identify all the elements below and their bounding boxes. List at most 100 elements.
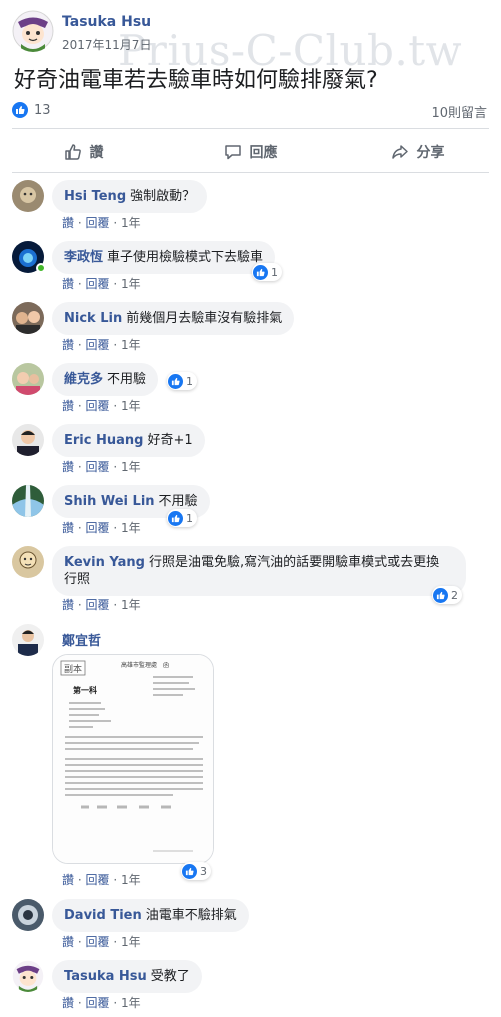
commenter-avatar[interactable] [12,180,44,212]
comment-age[interactable]: 1年 [121,935,141,949]
commenter-avatar[interactable] [12,485,44,517]
comment-bubble: 維克多 不用驗 [52,363,159,396]
document-title: 第一科 [73,685,97,695]
comment-meta: 讚 · 回覆 · 1年 [62,873,141,887]
comment-age[interactable]: 1年 [121,277,141,291]
commenter-name[interactable]: Kevin Yang [64,555,145,570]
commenter-name[interactable]: David Tien [64,908,142,923]
author-avatar[interactable] [12,10,54,52]
comment-age[interactable]: 1年 [121,521,141,535]
comment-reply-link[interactable]: 回覆 [86,598,110,612]
comment-reactions[interactable]: 2 [432,586,462,604]
like-button[interactable]: 讚 [0,134,167,170]
comment-meta: 讚 · 回覆 · 1年 [62,338,141,352]
comment-count[interactable]: 10則留言 [431,102,487,121]
comment-age[interactable]: 1年 [121,598,141,612]
comment-reply-link[interactable]: 回覆 [86,521,110,535]
comment-reply-link[interactable]: 回覆 [86,338,110,352]
comment-meta: 讚 · 回覆 · 1年 [62,521,141,535]
reaction-summary[interactable]: 13 [12,100,51,120]
post-timestamp[interactable]: 2017年11月7日 [62,36,151,53]
comment-meta: 讚 · 回覆 · 1年 [62,996,141,1010]
comment-bubble: 李政恆 車子使用檢驗模式下去驗車 [52,241,276,274]
comment-age[interactable]: 1年 [121,460,141,474]
divider [12,172,489,173]
comment-reactions[interactable]: 3 [181,862,211,880]
comment-like-link[interactable]: 讚 [62,338,74,352]
reaction-count: 13 [34,102,51,118]
divider [12,128,489,129]
like-reaction-icon [253,264,268,280]
document-header: 高雄市監理處 函 [121,661,169,669]
comment-like-link[interactable]: 讚 [62,399,74,413]
comment-bubble: Tasuka Hsu 受教了 [52,960,202,993]
commenter-name[interactable]: Tasuka Hsu [64,969,147,984]
comment-meta: 讚 · 回覆 · 1年 [62,399,141,413]
comment-text: 好奇+1 [147,433,193,448]
comment-age[interactable]: 1年 [121,873,141,887]
comment-text: 車子使用檢驗模式下去驗車 [107,250,264,265]
document-stamp: 副本 [64,663,82,675]
comment-button[interactable]: 回應 [167,134,334,170]
comment-text: 強制啟動？ [130,189,196,204]
like-label: 讚 [89,145,104,161]
commenter-name[interactable]: 維克多 [64,372,103,387]
comment-text: 油電車不驗排氣 [145,908,237,923]
comment-reactions[interactable]: 1 [167,372,197,390]
comment-meta: 讚 · 回覆 · 1年 [62,216,141,230]
comment-text: 前幾個月去驗車沒有驗排氣 [126,311,283,326]
comment-like-link[interactable]: 讚 [62,216,74,230]
comment-reply-link[interactable]: 回覆 [86,460,110,474]
commenter-avatar[interactable] [12,363,44,395]
author-name[interactable]: Tasuka Hsu [62,14,151,30]
comment-like-link[interactable]: 讚 [62,460,74,474]
commenter-avatar[interactable] [12,624,44,656]
commenter-name[interactable]: Hsi Teng [64,189,126,204]
comment-bubble: Hsi Teng 強制啟動？ [52,180,208,213]
comment-like-link[interactable]: 讚 [62,873,74,887]
comment-text-continued: 行照 [64,572,91,587]
attached-document-image[interactable]: 副本 高雄市監理處 函 第一科 [52,654,214,864]
comment-reply-link[interactable]: 回覆 [86,277,110,291]
like-reaction-icon [168,510,183,526]
comment-reply-link[interactable]: 回覆 [86,873,110,887]
commenter-name[interactable]: Nick Lin [64,311,122,326]
comment-text: 行照是油電免驗,寫汽油的話要開驗車模式或去更換 [148,555,440,570]
comment-reply-link[interactable]: 回覆 [86,996,110,1010]
comment-age[interactable]: 1年 [121,399,141,413]
comment-bubble: Eric Huang 好奇+1 [52,424,205,457]
comment-label: 回應 [249,145,278,161]
share-icon [391,145,408,159]
comment-reactions[interactable]: 1 [252,263,282,281]
commenter-name[interactable]: Shih Wei Lin [64,494,155,509]
comment-like-link[interactable]: 讚 [62,521,74,535]
comment-reply-link[interactable]: 回覆 [86,935,110,949]
commenter-avatar[interactable] [12,899,44,931]
post-text: 好奇油電車若去驗車時如何驗排廢氣? [14,68,378,93]
share-button[interactable]: 分享 [334,134,501,170]
comment-meta: 讚 · 回覆 · 1年 [62,935,141,949]
comment-bubble: David Tien 油電車不驗排氣 [52,899,249,932]
comment-meta: 讚 · 回覆 · 1年 [62,598,141,612]
thumbs-up-icon [64,144,81,160]
commenter-name[interactable]: Eric Huang [64,433,143,448]
comment-like-link[interactable]: 讚 [62,598,74,612]
comment-reply-link[interactable]: 回覆 [86,399,110,413]
comment-age[interactable]: 1年 [121,996,141,1010]
commenter-avatar[interactable] [12,424,44,456]
commenter-avatar[interactable] [12,960,44,992]
comment-text: 不用驗 [158,494,198,509]
commenter-avatar[interactable] [12,546,44,578]
commenter-name[interactable]: 李政恆 [64,250,103,265]
comment-like-link[interactable]: 讚 [62,277,74,291]
commenter-avatar[interactable] [12,302,44,334]
comment-meta: 讚 · 回覆 · 1年 [62,460,141,474]
comment-like-link[interactable]: 讚 [62,935,74,949]
comment-age[interactable]: 1年 [121,216,141,230]
comment-like-link[interactable]: 讚 [62,996,74,1010]
commenter-name[interactable]: 鄭宜哲 [62,630,101,649]
comment-text: 不用驗 [107,372,147,387]
comment-age[interactable]: 1年 [121,338,141,352]
comment-reactions[interactable]: 1 [167,509,197,527]
comment-reply-link[interactable]: 回覆 [86,216,110,230]
